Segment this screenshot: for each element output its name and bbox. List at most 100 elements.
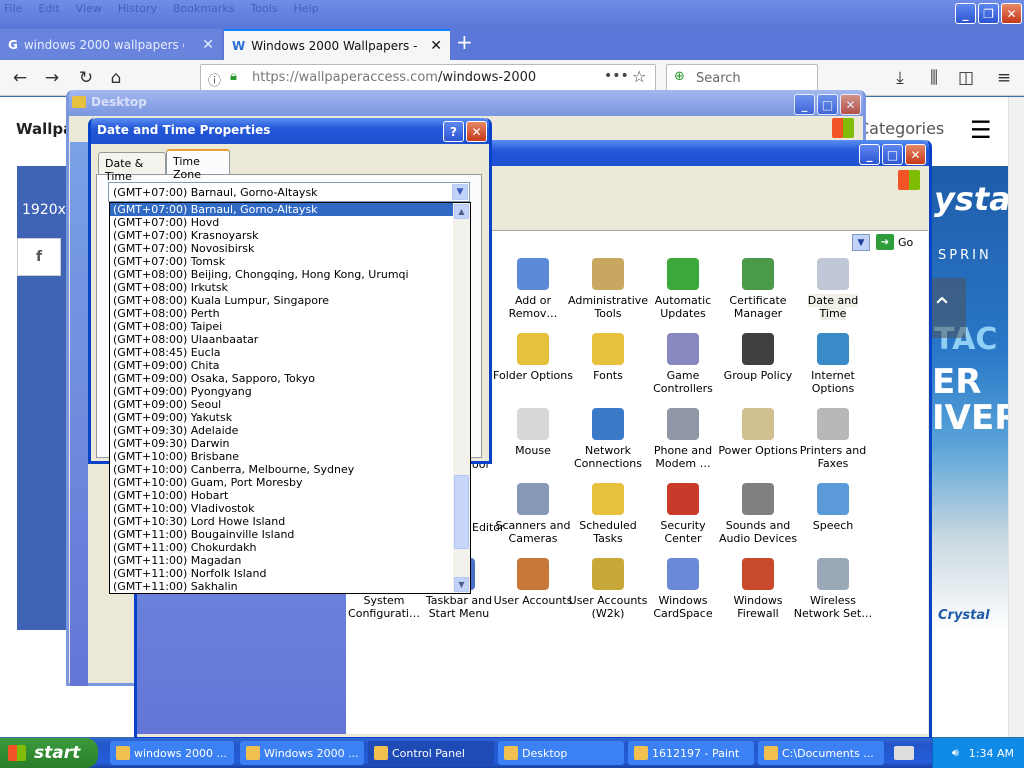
desktop-maximize-button[interactable]: □ — [817, 94, 838, 115]
menu-help[interactable]: Help — [294, 2, 319, 15]
library-icon[interactable]: ⫼ — [922, 66, 946, 90]
menu-edit[interactable]: Edit — [38, 2, 59, 15]
cp-close-button[interactable]: ✕ — [905, 144, 926, 165]
cp-item-wireless-network-set[interactable]: Wireless Network Set… — [793, 558, 873, 620]
close-tab-icon[interactable]: ✕ — [202, 37, 214, 53]
cp-item-security-center[interactable]: Security Center — [643, 483, 723, 545]
time-zone-option[interactable]: (GMT+11:00) Magadan — [110, 554, 454, 567]
advertisement[interactable]: ysta SPRIN TAC ER IVER Crystal — [930, 166, 1008, 631]
time-zone-option[interactable]: (GMT+08:00) Irkutsk — [110, 281, 454, 294]
cp-item-administrative-tools[interactable]: Administrative Tools — [568, 258, 648, 320]
page-scrollbar[interactable] — [1008, 97, 1024, 737]
time-zone-option[interactable]: (GMT+10:30) Lord Howe Island — [110, 515, 454, 528]
cp-item-power-options[interactable]: Power Options — [718, 408, 798, 457]
keyboard-tray-icon[interactable] — [894, 746, 914, 760]
go-button[interactable]: ➔ Go — [876, 234, 913, 250]
cp-item-user-accounts-w2k[interactable]: User Accounts (W2k) — [568, 558, 648, 620]
cp-item-scheduled-tasks[interactable]: Scheduled Tasks — [568, 483, 648, 545]
cp-item-mouse[interactable]: Mouse — [493, 408, 573, 457]
desktop-close-button[interactable]: ✕ — [840, 94, 861, 115]
taskbar-button[interactable]: 1612197 - Paint — [628, 741, 754, 765]
time-zone-select[interactable]: (GMT+07:00) Barnaul, Gorno-Altaysk — [108, 182, 470, 202]
back-arrow-icon[interactable]: ← — [8, 66, 32, 90]
scroll-down-icon[interactable]: ▼ — [454, 577, 469, 592]
cp-minimize-button[interactable]: _ — [859, 144, 880, 165]
time-zone-option[interactable]: (GMT+11:00) Norfolk Island — [110, 567, 454, 580]
time-zone-option[interactable]: (GMT+09:00) Osaka, Sapporo, Tokyo — [110, 372, 454, 385]
time-zone-option[interactable]: (GMT+11:00) Chokurdakh — [110, 541, 454, 554]
time-zone-option[interactable]: (GMT+08:00) Perth — [110, 307, 454, 320]
taskbar-button[interactable]: Desktop — [498, 741, 624, 765]
menu-history[interactable]: History — [118, 2, 157, 15]
time-zone-option[interactable]: (GMT+10:00) Hobart — [110, 489, 454, 502]
home-icon[interactable]: ⌂ — [104, 66, 128, 90]
categories-menu[interactable]: Categories — [858, 119, 944, 138]
time-zone-option[interactable]: (GMT+07:00) Hovd — [110, 216, 454, 229]
cp-item-sounds-and-audio-devices[interactable]: Sounds and Audio Devices — [718, 483, 798, 545]
cp-item-speech[interactable]: Speech — [793, 483, 873, 532]
wallpaper-thumbnail[interactable] — [17, 166, 67, 630]
cp-maximize-button[interactable]: □ — [882, 144, 903, 165]
firefox-minimize-button[interactable]: _ — [955, 3, 976, 24]
tab-wallpapers-search[interactable]: G windows 2000 wallpapers dlwnpa ✕ — [0, 29, 222, 60]
cp-item-date-and-time[interactable]: Date and Time — [793, 258, 873, 320]
cp-item-group-policy[interactable]: Group Policy — [718, 333, 798, 382]
time-zone-option[interactable]: (GMT+11:00) Bougainville Island — [110, 528, 454, 541]
time-zone-option[interactable]: (GMT+08:00) Kuala Lumpur, Singapore — [110, 294, 454, 307]
tab-windows-2000-wallpapers[interactable]: W Windows 2000 Wallpapers - Top Fr ✕ — [224, 29, 450, 60]
tab-time-zone[interactable]: Time Zone — [166, 149, 230, 181]
firefox-close-button[interactable]: ✕ — [1001, 3, 1022, 24]
volume-icon[interactable]: 🔊︎ — [952, 746, 959, 760]
cp-item-windows-firewall[interactable]: Windows Firewall — [718, 558, 798, 620]
time-zone-option[interactable]: (GMT+10:00) Vladivostok — [110, 502, 454, 515]
help-button[interactable]: ? — [443, 121, 464, 142]
time-zone-option[interactable]: (GMT+08:00) Taipei — [110, 320, 454, 333]
cp-item-network-connections[interactable]: Network Connections — [568, 408, 648, 470]
taskbar-button[interactable]: windows 2000 ... — [110, 741, 234, 765]
site-brand[interactable]: Wallpa — [16, 120, 73, 138]
cp-item-folder-options[interactable]: Folder Options — [493, 333, 573, 382]
firefox-restore-button[interactable]: ❐ — [978, 3, 999, 24]
dialog-close-button[interactable]: ✕ — [466, 121, 487, 142]
time-zone-option[interactable]: (GMT+07:00) Krasnoyarsk — [110, 229, 454, 242]
cp-item-automatic-updates[interactable]: Automatic Updates — [643, 258, 723, 320]
dropdown-scrollbar[interactable]: ▲ ▼ — [453, 203, 470, 593]
time-zone-option[interactable]: (GMT+10:00) Canberra, Melbourne, Sydney — [110, 463, 454, 476]
page-actions-icon[interactable]: ••• — [604, 68, 629, 84]
cp-item-game-controllers[interactable]: Game Controllers — [643, 333, 723, 395]
cp-item-phone-and-modem[interactable]: Phone and Modem … — [643, 408, 723, 470]
time-zone-option[interactable]: (GMT+09:00) Pyongyang — [110, 385, 454, 398]
cp-item-user-accounts[interactable]: User Accounts — [493, 558, 573, 607]
taskbar-button[interactable]: Windows 2000 ... — [240, 741, 364, 765]
time-zone-option[interactable]: (GMT+08:00) Ulaanbaatar — [110, 333, 454, 346]
time-zone-option[interactable]: (GMT+08:00) Beijing, Chongqing, Hong Kon… — [110, 268, 454, 281]
time-zone-dropdown-list[interactable]: (GMT+07:00) Barnaul, Gorno-Altaysk (GMT+0… — [109, 202, 471, 594]
cp-item-internet-options[interactable]: Internet Options — [793, 333, 873, 395]
facebook-share-icon[interactable]: f — [17, 238, 61, 276]
scroll-up-icon[interactable]: ▲ — [454, 204, 469, 219]
search-engine-icon[interactable]: ⊕ — [674, 69, 685, 84]
taskbar-button[interactable]: C:\Documents ... — [758, 741, 884, 765]
address-dropdown-chevron-down-icon[interactable]: ▼ — [852, 234, 870, 251]
close-tab-icon[interactable]: ✕ — [430, 38, 442, 54]
time-zone-option[interactable]: (GMT+11:00) Sakhalin — [110, 580, 454, 593]
download-icon[interactable]: ⤓ — [888, 66, 912, 90]
time-zone-option[interactable]: (GMT+09:00) Yakutsk — [110, 411, 454, 424]
time-zone-option[interactable]: (GMT+07:00) Novosibirsk — [110, 242, 454, 255]
time-zone-option[interactable]: (GMT+09:00) Chita — [110, 359, 454, 372]
menu-bookmarks[interactable]: Bookmarks — [173, 2, 234, 15]
menu-file[interactable]: File — [4, 2, 22, 15]
time-zone-option[interactable]: (GMT+08:45) Eucla — [110, 346, 454, 359]
time-zone-option[interactable]: (GMT+07:00) Tomsk — [110, 255, 454, 268]
time-zone-option[interactable]: (GMT+10:00) Brisbane — [110, 450, 454, 463]
forward-arrow-icon[interactable]: → — [40, 66, 64, 90]
new-tab-plus-icon[interactable]: + — [456, 30, 473, 54]
cp-item-scanners-and-cameras[interactable]: Scanners and Cameras — [493, 483, 573, 545]
info-icon[interactable]: ⓘ — [208, 70, 221, 89]
site-menu-icon[interactable]: ☰ — [970, 116, 992, 144]
time-zone-option[interactable]: (GMT+09:00) Seoul — [110, 398, 454, 411]
time-zone-option[interactable]: (GMT+09:30) Adelaide — [110, 424, 454, 437]
time-zone-option[interactable]: (GMT+10:00) Guam, Port Moresby — [110, 476, 454, 489]
bookmark-star-icon[interactable]: ☆ — [632, 67, 646, 86]
cp-item-add-or-remov[interactable]: Add or Remov… — [493, 258, 573, 320]
